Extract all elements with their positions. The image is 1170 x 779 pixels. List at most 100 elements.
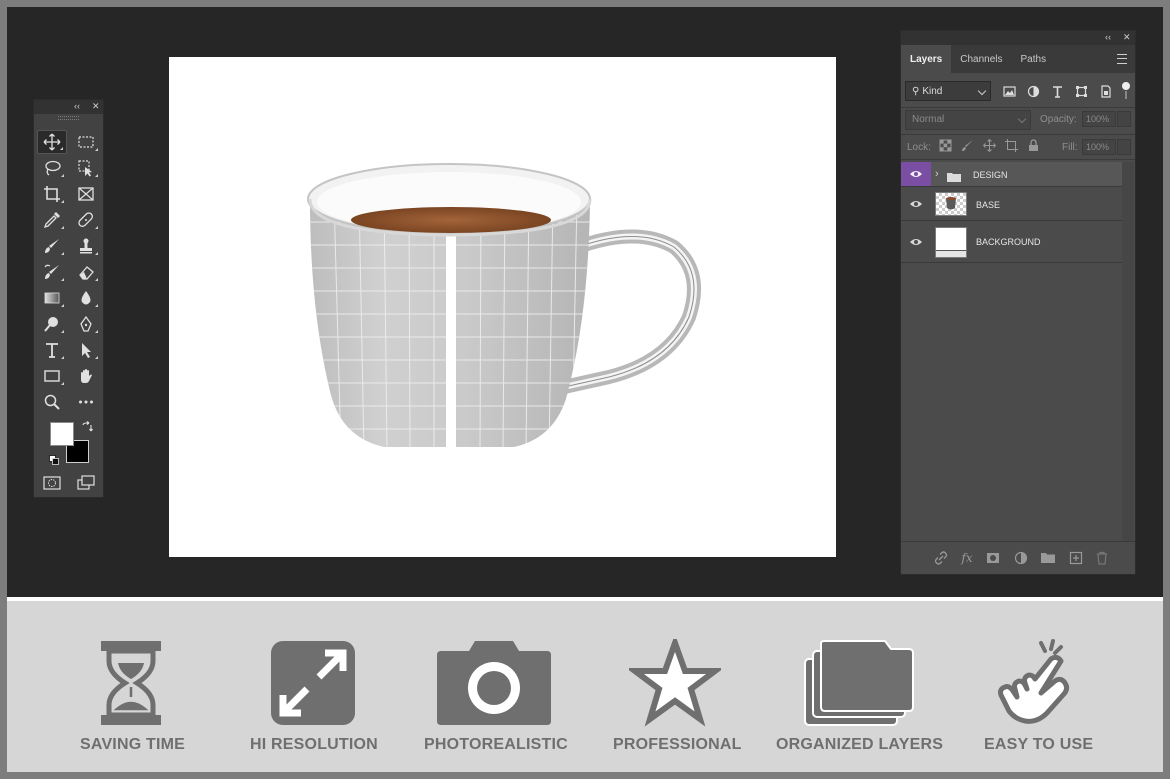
pixel-filter-icon[interactable] — [1001, 83, 1017, 99]
fill-dropdown[interactable] — [1117, 139, 1131, 155]
healing-brush-icon[interactable] — [71, 208, 101, 232]
document-canvas[interactable] — [169, 57, 836, 557]
fx-icon[interactable]: fx — [959, 550, 975, 566]
expand-arrows-icon — [271, 641, 355, 725]
layers-panel-footer: fx — [901, 541, 1135, 574]
default-colors-icon[interactable] — [49, 452, 59, 465]
layer-row-background[interactable]: BACKGROUND — [901, 221, 1123, 263]
expand-chevron-icon[interactable]: › — [935, 168, 939, 180]
rectangle-tool-icon[interactable] — [37, 364, 67, 388]
type-tool-icon[interactable] — [37, 338, 67, 362]
blend-mode-select[interactable]: Normal — [905, 110, 1031, 130]
foreground-color-swatch[interactable] — [50, 422, 74, 446]
move-tool-icon[interactable] — [37, 130, 67, 154]
delete-layer-icon[interactable] — [1094, 550, 1110, 566]
quick-select-tool-icon[interactable] — [71, 156, 101, 180]
filter-toggle[interactable] — [1121, 81, 1131, 101]
feature-label: PHOTOREALISTIC — [424, 736, 568, 753]
opacity-label: Opacity: — [1040, 114, 1077, 125]
layers-scrollbar[interactable] — [1122, 162, 1134, 542]
lock-artboard-icon[interactable] — [1005, 139, 1019, 153]
feature-label: SAVING TIME — [80, 736, 186, 753]
layers-panel: ‹‹ ✕ Layers Channels Paths ⚲ Kind Normal… — [900, 30, 1136, 575]
feature-photorealistic: PHOTOREALISTIC — [421, 601, 571, 772]
divider — [901, 159, 1135, 160]
layer-name: BACKGROUND — [976, 237, 1041, 247]
opacity-dropdown[interactable] — [1117, 111, 1131, 127]
feature-easy-to-use: EASY TO USE — [973, 601, 1113, 772]
folders-icon — [804, 640, 914, 726]
zoom-tool-icon[interactable] — [37, 390, 67, 414]
tab-layers[interactable]: Layers — [901, 45, 952, 73]
features-strip: SAVING TIME HI RESOLUTION PHOTOREALISTIC… — [7, 601, 1163, 772]
visibility-eye-icon[interactable] — [901, 221, 931, 262]
tab-channels[interactable]: Channels — [951, 45, 1011, 73]
folder-icon — [947, 169, 961, 182]
feature-label: EASY TO USE — [984, 736, 1094, 753]
divider — [901, 134, 1135, 135]
layer-row-base[interactable]: BASE — [901, 187, 1123, 221]
new-layer-icon[interactable] — [1068, 550, 1084, 566]
quick-mask-icon[interactable] — [43, 475, 61, 491]
pen-tool-icon[interactable] — [71, 312, 101, 336]
tab-paths[interactable]: Paths — [1012, 45, 1056, 73]
close-icon[interactable]: ✕ — [1123, 32, 1131, 43]
clone-stamp-icon[interactable] — [71, 234, 101, 258]
history-brush-icon[interactable] — [37, 260, 67, 284]
add-mask-icon[interactable] — [985, 550, 1001, 566]
layer-thumbnail — [935, 227, 967, 258]
layers-panel-header: ‹‹ ✕ — [901, 31, 1135, 45]
lock-transparent-icon[interactable] — [939, 139, 953, 153]
filter-kind-value: Kind — [922, 85, 943, 97]
brush-tool-icon[interactable] — [37, 234, 67, 258]
tools-panel-header: ‹‹ ✕ — [34, 100, 103, 114]
panel-menu-icon[interactable] — [1117, 54, 1127, 64]
blur-tool-icon[interactable] — [71, 286, 101, 310]
collapse-icon[interactable]: ‹‹ — [74, 101, 80, 112]
adjustment-layer-icon[interactable] — [1013, 550, 1029, 566]
layer-row-design[interactable]: › DESIGN — [901, 162, 1123, 187]
lock-all-icon[interactable] — [1027, 139, 1041, 153]
lock-position-icon[interactable] — [983, 139, 997, 153]
crop-tool-icon[interactable] — [37, 182, 67, 206]
lock-label: Lock: — [907, 142, 931, 153]
feature-label: ORGANIZED LAYERS — [776, 736, 944, 753]
collapse-icon[interactable]: ‹‹ — [1105, 32, 1111, 43]
fill-field[interactable]: 100% — [1082, 139, 1116, 155]
path-select-icon[interactable] — [71, 338, 101, 362]
screen-mode-icon[interactable] — [77, 475, 95, 491]
more-tools-icon[interactable] — [71, 390, 101, 414]
tap-hand-icon — [998, 639, 1070, 724]
frame-tool-icon[interactable] — [71, 182, 101, 206]
panel-grip[interactable] — [58, 116, 79, 120]
filter-kind-select[interactable]: ⚲ Kind — [905, 81, 991, 101]
hourglass-icon — [101, 641, 161, 725]
smart-object-filter-icon[interactable] — [1097, 83, 1113, 99]
type-filter-icon[interactable] — [1049, 83, 1065, 99]
camera-icon — [437, 641, 551, 725]
shape-filter-icon[interactable] — [1073, 83, 1089, 99]
divider — [901, 107, 1135, 108]
eyedropper-tool-icon[interactable] — [37, 208, 67, 232]
adjustment-filter-icon[interactable] — [1025, 83, 1041, 99]
fill-label: Fill: — [1062, 142, 1078, 153]
hand-tool-icon[interactable] — [71, 364, 101, 388]
gradient-tool-icon[interactable] — [37, 286, 67, 310]
link-layers-icon[interactable] — [933, 550, 949, 566]
dodge-tool-icon[interactable] — [37, 312, 67, 336]
marquee-tool-icon[interactable] — [71, 130, 101, 154]
opacity-field[interactable]: 100% — [1082, 111, 1116, 127]
close-icon[interactable]: ✕ — [92, 101, 100, 112]
lock-pixels-icon[interactable] — [961, 139, 975, 153]
lasso-tool-icon[interactable] — [37, 156, 67, 180]
swap-colors-icon[interactable] — [81, 420, 93, 432]
blend-mode-value: Normal — [912, 114, 945, 125]
feature-hi-resolution: HI RESOLUTION — [243, 601, 403, 772]
feature-label: PROFESSIONAL — [613, 736, 742, 753]
visibility-eye-icon[interactable] — [901, 162, 931, 186]
eraser-tool-icon[interactable] — [71, 260, 101, 284]
panel-tabs: Layers Channels Paths — [901, 45, 1135, 73]
feature-label: HI RESOLUTION — [250, 736, 378, 753]
new-group-icon[interactable] — [1040, 550, 1056, 566]
visibility-eye-icon[interactable] — [901, 187, 931, 220]
